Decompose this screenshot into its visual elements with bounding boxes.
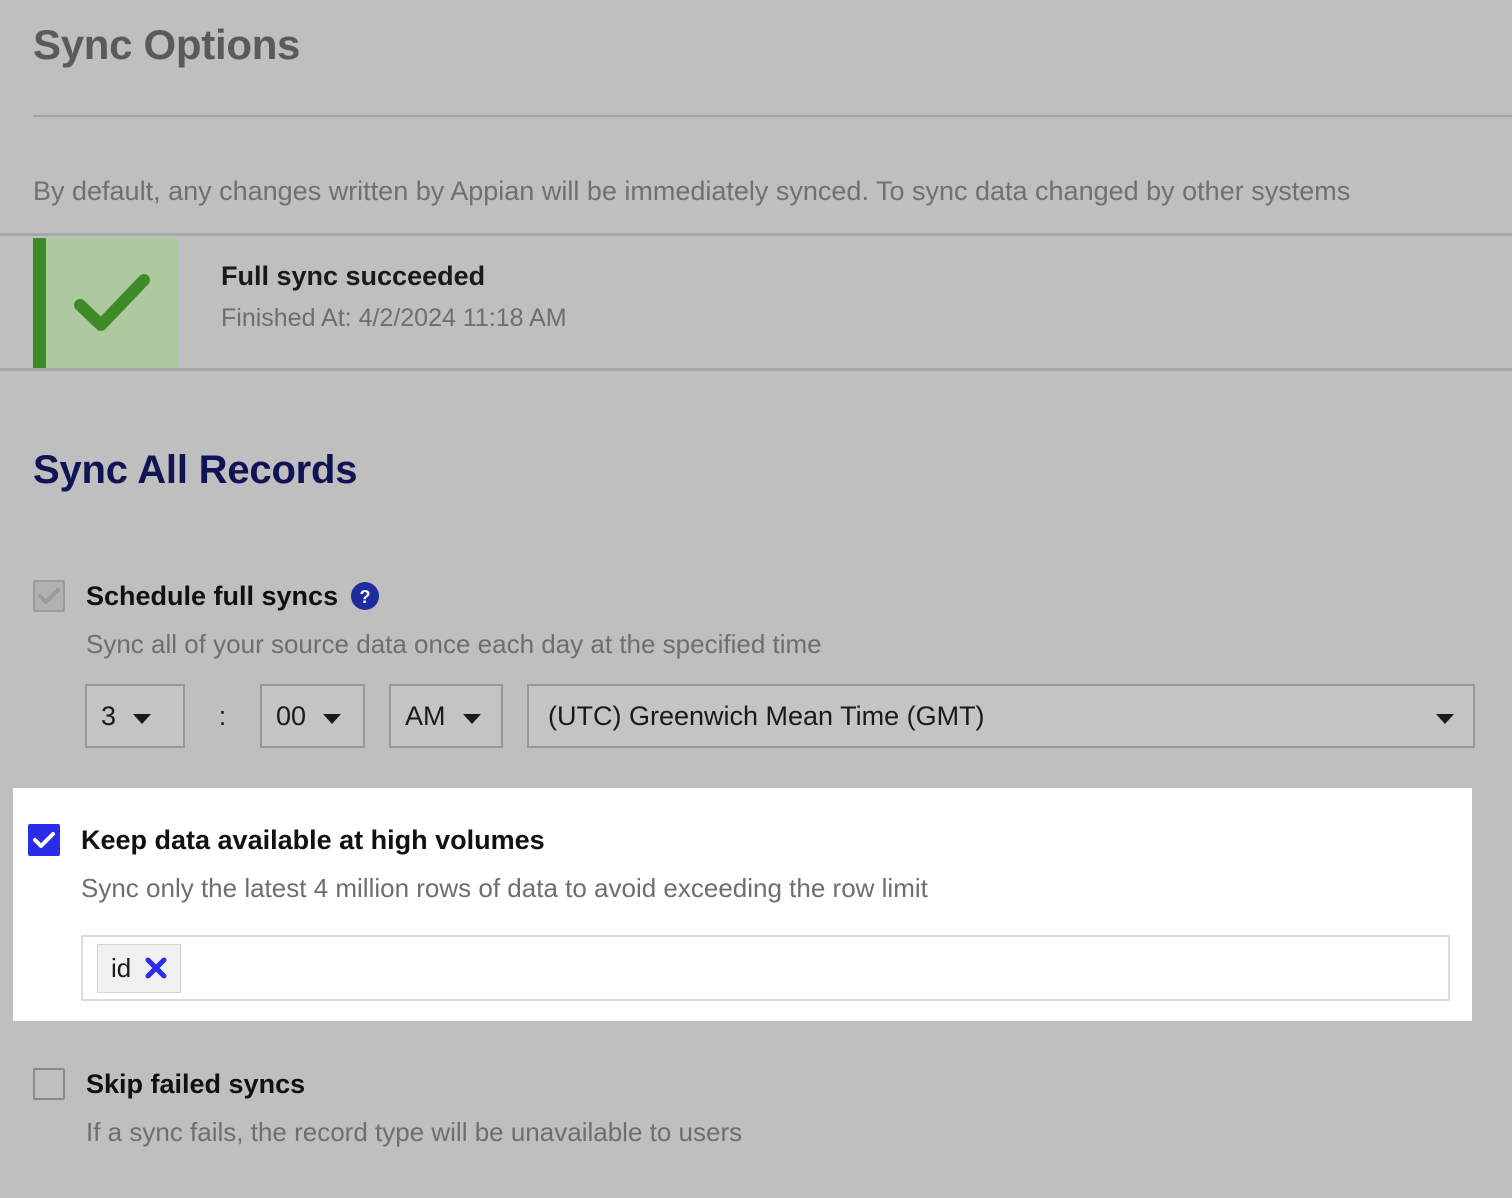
status-accent-bar: [33, 238, 46, 368]
meridiem-value: AM: [405, 700, 446, 731]
option-keep-data-available: Keep data available at high volumes Sync…: [28, 824, 928, 905]
time-separator: :: [218, 700, 227, 731]
schedule-full-syncs-checkbox[interactable]: [33, 580, 65, 612]
chevron-down-icon: [322, 701, 342, 732]
timezone-dropdown[interactable]: (UTC) Greenwich Mean Time (GMT): [527, 684, 1475, 748]
help-circle-icon[interactable]: ?: [350, 581, 380, 611]
close-icon[interactable]: [145, 957, 167, 979]
schedule-full-syncs-label: Schedule full syncs: [86, 580, 339, 611]
sync-status-banner: Full sync succeeded Finished At: 4/2/202…: [0, 233, 1512, 371]
status-text-group: Full sync succeeded Finished At: 4/2/202…: [221, 258, 567, 335]
check-icon: [74, 272, 150, 334]
keep-data-available-header: Keep data available at high volumes: [28, 824, 928, 856]
high-volume-highlight-panel: Keep data available at high volumes Sync…: [13, 788, 1472, 1021]
option-skip-failed-syncs: Skip failed syncs If a sync fails, the r…: [33, 1068, 742, 1149]
chip-id[interactable]: id: [97, 943, 182, 993]
status-finished-at: Finished At: 4/2/2024 11:18 AM: [221, 304, 567, 333]
keep-data-available-label: Keep data available at high volumes: [81, 824, 545, 855]
chevron-down-icon: [1435, 701, 1455, 732]
minute-value: 00: [276, 700, 307, 731]
keep-data-available-description: Sync only the latest 4 million rows of d…: [81, 873, 928, 903]
skip-failed-syncs-header: Skip failed syncs: [33, 1068, 742, 1100]
skip-failed-syncs-checkbox[interactable]: [33, 1068, 65, 1100]
schedule-full-syncs-description: Sync all of your source data once each d…: [86, 629, 822, 659]
chip-label: id: [111, 953, 132, 983]
meridiem-dropdown[interactable]: AM: [389, 684, 503, 748]
chevron-down-icon: [462, 701, 482, 732]
minute-dropdown[interactable]: 00: [260, 684, 365, 748]
sync-all-records-heading: Sync All Records: [33, 448, 358, 492]
chevron-down-icon: [132, 701, 152, 732]
page-title: Sync Options: [33, 21, 301, 68]
timezone-value: (UTC) Greenwich Mean Time (GMT): [548, 700, 985, 731]
high-volume-field-input[interactable]: id: [81, 935, 1450, 1001]
skip-failed-syncs-label: Skip failed syncs: [86, 1068, 306, 1099]
status-title: Full sync succeeded: [221, 261, 486, 291]
keep-data-available-checkbox[interactable]: [28, 824, 60, 856]
hour-dropdown[interactable]: 3: [85, 684, 185, 748]
status-icon-container: [46, 238, 178, 368]
schedule-time-controls: 3 : 00 AM (UTC) Greenwich Mean Time (GMT…: [85, 684, 1475, 748]
intro-description: By default, any changes written by Appia…: [33, 176, 1351, 206]
schedule-full-syncs-header: Schedule full syncs ?: [33, 580, 822, 612]
svg-text:?: ?: [360, 587, 371, 607]
hour-value: 3: [101, 700, 117, 731]
skip-failed-syncs-description: If a sync fails, the record type will be…: [86, 1117, 743, 1147]
title-divider: [33, 115, 1512, 117]
option-schedule-full-syncs: Schedule full syncs ? Sync all of your s…: [33, 580, 822, 661]
